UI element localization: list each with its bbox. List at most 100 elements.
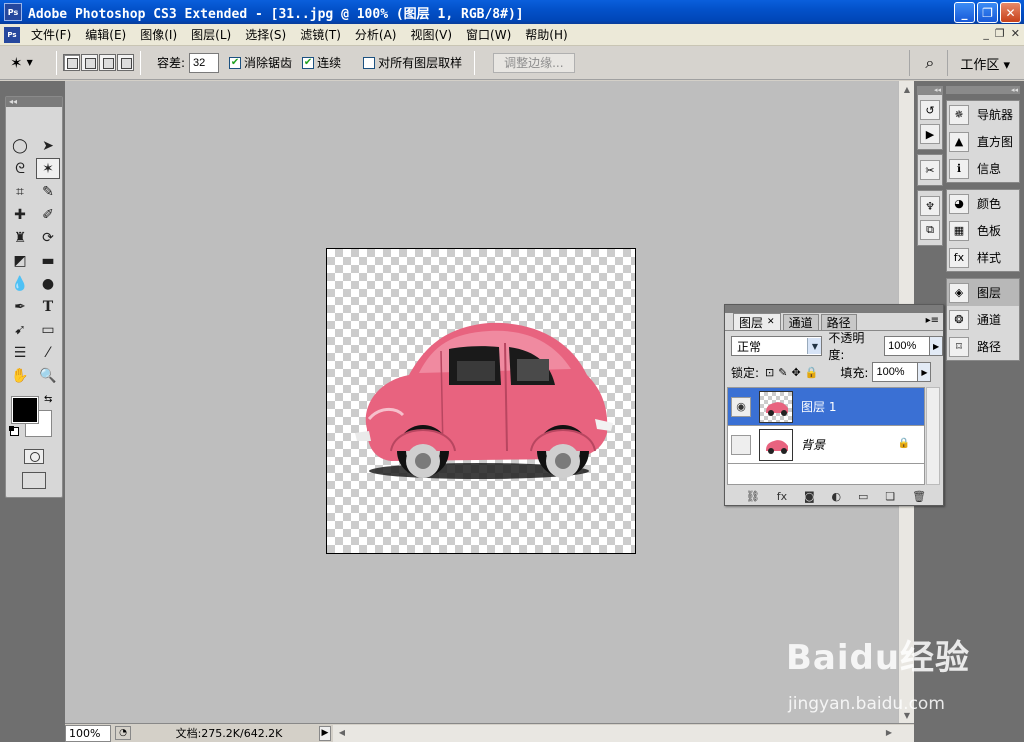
layer-style-fx-icon[interactable]: fx <box>777 490 787 503</box>
lock-transparency-icon[interactable]: ⊡ <box>765 366 774 379</box>
blur-icon[interactable]: 💧 <box>8 273 32 294</box>
zoom-icon[interactable]: 🔍 <box>36 365 60 386</box>
crop-icon[interactable]: ⌗ <box>8 181 32 202</box>
panel-menu-icon[interactable]: ▸≡ <box>926 315 939 326</box>
histogram-panel-tab[interactable]: ▲ 直方图 <box>947 128 1019 155</box>
screen-mode-icon[interactable] <box>22 472 46 489</box>
visibility-toggle-empty[interactable] <box>731 434 751 455</box>
doc-minimize-button[interactable]: _ <box>983 27 989 40</box>
brush-icon[interactable]: ✐ <box>36 204 60 225</box>
foreground-color-swatch[interactable] <box>12 397 38 423</box>
clone-source-panel-icon[interactable]: ⧉ <box>920 220 940 240</box>
pen-icon[interactable]: ✒ <box>8 296 32 317</box>
lock-all-icon[interactable]: 🔒 <box>805 366 819 379</box>
layer-row-background[interactable]: 背景 🔒 <box>728 426 924 464</box>
maximize-button[interactable]: ❐ <box>977 2 998 23</box>
new-layer-icon[interactable]: ❏ <box>885 490 895 503</box>
eyedropper-icon[interactable]: ⁄ <box>36 342 60 363</box>
lasso-icon[interactable]: ᘓ <box>8 158 32 179</box>
menu-layer[interactable]: 图层(L) <box>184 26 238 43</box>
menu-window[interactable]: 窗口(W) <box>459 26 518 43</box>
healing-brush-icon[interactable]: ✚ <box>8 204 32 225</box>
scroll-right-arrow-icon[interactable]: ▶ <box>882 726 896 740</box>
info-panel-tab[interactable]: ℹ 信息 <box>947 155 1019 182</box>
tab-layers[interactable]: 图层 ✕ <box>733 313 781 330</box>
elliptical-marquee-icon[interactable]: ◯ <box>8 135 32 156</box>
add-to-selection-button[interactable] <box>81 54 98 71</box>
trash-icon[interactable]: 🗑 <box>912 490 926 503</box>
status-menu-arrow-icon[interactable]: ▶ <box>319 725 331 741</box>
slice-icon[interactable]: ✎ <box>36 181 60 202</box>
close-button[interactable]: ✕ <box>1000 2 1021 23</box>
layer-list-scrollbar[interactable] <box>926 387 940 485</box>
swatches-panel-tab[interactable]: ▦ 色板 <box>947 217 1019 244</box>
scroll-left-arrow-icon[interactable]: ◀ <box>335 726 349 740</box>
brushes-panel-icon[interactable]: ♆ <box>920 196 940 216</box>
quick-mask-icon[interactable] <box>24 449 44 464</box>
move-tool-icon[interactable]: ➤ <box>36 135 60 156</box>
menu-help[interactable]: 帮助(H) <box>518 26 574 43</box>
navigator-panel-tab[interactable]: ✵ 导航器 <box>947 101 1019 128</box>
menu-select[interactable]: 选择(S) <box>238 26 293 43</box>
menu-edit[interactable]: 编辑(E) <box>78 26 133 43</box>
eraser-icon[interactable]: ◩ <box>8 250 32 271</box>
fill-input[interactable] <box>872 362 919 382</box>
ps-menu-icon[interactable]: Ps <box>4 26 20 43</box>
menu-file[interactable]: 文件(F) <box>24 26 78 43</box>
tool-preset-picker[interactable]: ✶ ▼ <box>10 50 50 76</box>
opacity-input[interactable] <box>884 336 931 356</box>
anti-alias-checkbox[interactable]: ✔ 消除锯齿 <box>229 54 292 71</box>
default-colors-icon[interactable] <box>9 426 19 436</box>
color-panel-tab[interactable]: ◕ 颜色 <box>947 190 1019 217</box>
history-brush-icon[interactable]: ⟳ <box>36 227 60 248</box>
add-mask-icon[interactable]: ◙ <box>804 490 815 503</box>
notes-icon[interactable]: ☰ <box>8 342 32 363</box>
scroll-up-arrow-icon[interactable]: ▲ <box>900 82 914 96</box>
blend-mode-select[interactable]: 正常 ▼ <box>731 336 823 356</box>
status-info-icon[interactable]: ◔ <box>115 726 131 740</box>
contiguous-checkbox[interactable]: ✔ 连续 <box>302 54 341 71</box>
layer-row-layer1[interactable]: ◉ 图层 1 <box>728 388 924 426</box>
gradient-icon[interactable]: ▬ <box>36 250 60 271</box>
doc-restore-button[interactable]: ❐ <box>995 27 1005 40</box>
tolerance-input[interactable] <box>189 52 220 73</box>
menu-image[interactable]: 图像(I) <box>133 26 184 43</box>
horizontal-scrollbar[interactable]: ◀ ▶ <box>333 724 914 742</box>
layer-name[interactable]: 背景 <box>801 436 825 453</box>
expand-arrows-icon[interactable]: ◂◂ <box>946 86 1020 94</box>
paths-panel-tab[interactable]: ⌑ 路径 <box>947 333 1019 360</box>
sample-all-layers-checkbox[interactable]: 对所有图层取样 <box>363 54 462 71</box>
close-icon[interactable]: ✕ <box>767 317 775 327</box>
new-group-icon[interactable]: ▭ <box>858 490 868 503</box>
workspace-menu-button[interactable]: 工作区 ▾ <box>947 50 1010 76</box>
rectangle-shape-icon[interactable]: ▭ <box>36 319 60 340</box>
tab-channels[interactable]: 通道 <box>782 314 819 330</box>
tool-presets-panel-icon[interactable]: ✂ <box>920 160 940 180</box>
clone-stamp-icon[interactable]: ♜ <box>8 227 32 248</box>
lock-pixels-icon[interactable]: ✎ <box>778 366 787 379</box>
history-panel-icon[interactable]: ↺ <box>920 100 940 120</box>
magic-wand-tool-icon[interactable]: ✶ <box>36 158 60 179</box>
layers-panel-tab[interactable]: ◈ 图层 <box>947 279 1019 306</box>
subtract-from-selection-button[interactable] <box>99 54 116 71</box>
fill-slider-arrow-icon[interactable]: ▶ <box>918 362 932 382</box>
refine-edge-button[interactable]: 调整边缘... <box>493 52 575 73</box>
eye-visibility-icon[interactable]: ◉ <box>731 396 751 417</box>
link-layers-icon[interactable]: ⛓ <box>746 490 760 503</box>
collapse-arrows-icon[interactable]: ◂◂ <box>917 86 943 94</box>
zoom-level-field[interactable]: 100% <box>65 724 111 742</box>
styles-panel-tab[interactable]: fx 样式 <box>947 244 1019 271</box>
menu-view[interactable]: 视图(V) <box>403 26 459 43</box>
opacity-slider-arrow-icon[interactable]: ▶ <box>930 336 944 356</box>
panel-drag-handle[interactable] <box>725 305 943 313</box>
new-selection-button[interactable] <box>63 54 80 71</box>
doc-close-button[interactable]: ✕ <box>1011 27 1020 40</box>
path-selection-icon[interactable]: ➹ <box>8 319 32 340</box>
tab-paths[interactable]: 路径 <box>820 314 857 330</box>
channels-panel-tab[interactable]: ❂ 通道 <box>947 306 1019 333</box>
swap-colors-icon[interactable]: ⇆ <box>44 394 52 405</box>
document-canvas[interactable] <box>326 248 636 554</box>
intersect-selection-button[interactable] <box>117 54 134 71</box>
menu-analysis[interactable]: 分析(A) <box>348 26 404 43</box>
minimize-button[interactable]: _ <box>954 2 975 23</box>
